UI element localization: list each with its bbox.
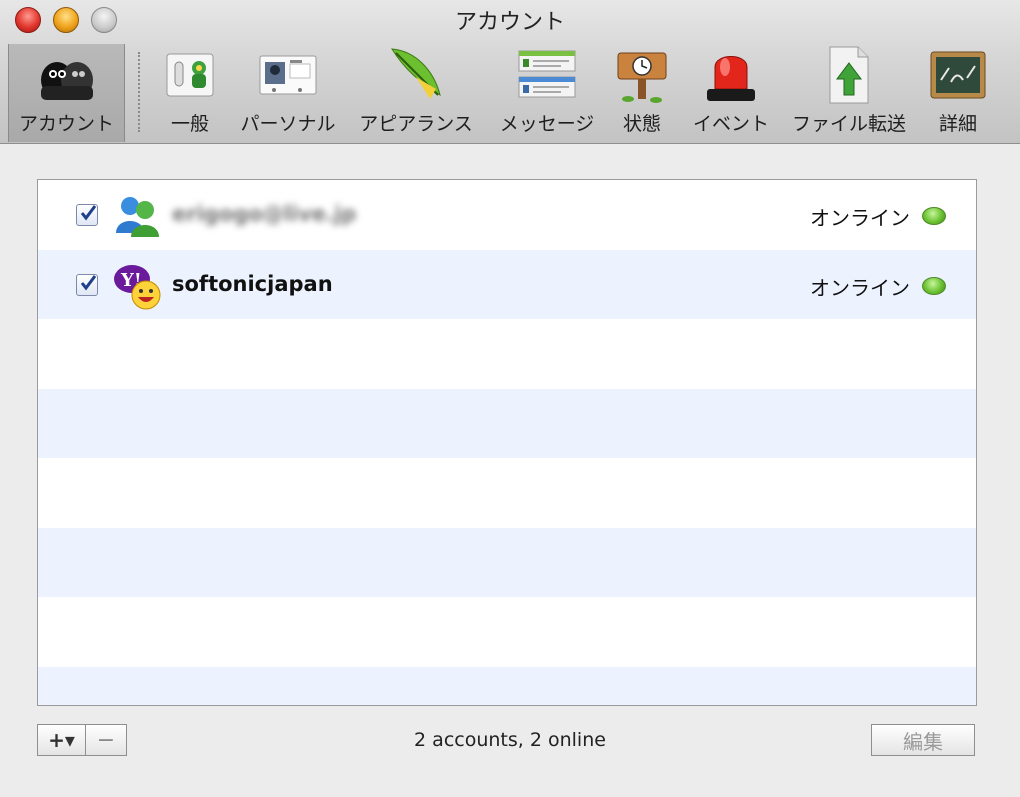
toolbar-status[interactable]: 状態 xyxy=(609,44,675,142)
status-icon xyxy=(612,44,672,105)
toolbar-file-transfer[interactable]: ファイル転送 xyxy=(786,44,912,142)
empty-row xyxy=(38,319,976,389)
edit-account-button[interactable]: 編集 xyxy=(871,724,975,756)
toolbar-appearance[interactable]: アピアランス xyxy=(352,44,480,142)
accounts-list[interactable]: erigogo@live.jp オンライン Y! softonicjapan オ… xyxy=(37,179,977,706)
toolbar-personal[interactable]: パーソナル xyxy=(234,44,342,142)
empty-row xyxy=(38,666,976,705)
toolbar-label: イベント xyxy=(692,113,769,135)
account-enabled-checkbox[interactable] xyxy=(76,204,98,226)
status-online-indicator xyxy=(922,207,946,225)
toolbar-messages[interactable]: メッセージ xyxy=(493,44,601,142)
account-name: erigogo@live.jp xyxy=(172,202,357,226)
status-online-indicator xyxy=(922,276,946,295)
empty-row xyxy=(38,458,976,528)
empty-row xyxy=(38,597,976,667)
list-item[interactable]: erigogo@live.jp オンライン xyxy=(38,180,976,250)
advanced-icon xyxy=(928,44,988,105)
msn-messenger-icon xyxy=(114,193,160,239)
toolbar-general[interactable]: 一般 xyxy=(158,44,222,142)
toolbar-label: 状態 xyxy=(622,113,661,135)
file-transfer-icon xyxy=(819,44,879,105)
toolbar-accounts[interactable]: アカウント xyxy=(8,44,125,142)
personal-icon xyxy=(258,44,318,105)
toolbar-events[interactable]: イベント xyxy=(687,44,775,142)
account-status-text: オンライン xyxy=(810,275,910,300)
account-status-text: オンライン xyxy=(810,206,910,230)
account-name: softonicjapan xyxy=(172,271,333,296)
empty-row xyxy=(38,388,976,458)
yahoo-messenger-icon: Y! xyxy=(114,263,161,309)
toolbar-label: アピアランス xyxy=(359,113,473,135)
list-item[interactable]: Y! softonicjapan オンライン xyxy=(38,249,976,319)
toolbar-label: アカウント xyxy=(18,113,114,135)
toolbar-label: ファイル転送 xyxy=(791,113,906,135)
toolbar-advanced[interactable]: 詳細 xyxy=(924,44,992,142)
title-toolbar: アカウント アカウント 一般 パーソナル アピアランス メッセージ 状態 イベン… xyxy=(0,0,1020,144)
general-icon xyxy=(160,44,220,105)
appearance-icon xyxy=(386,44,446,105)
events-icon xyxy=(701,44,761,105)
toolbar-separator xyxy=(138,52,140,132)
toolbar-label: メッセージ xyxy=(499,113,595,135)
account-enabled-checkbox[interactable] xyxy=(76,273,98,296)
messages-icon xyxy=(517,44,577,105)
toolbar-label: 詳細 xyxy=(938,113,977,135)
accounts-icon xyxy=(37,44,97,105)
toolbar-label: 一般 xyxy=(170,113,209,135)
toolbar-label: パーソナル xyxy=(240,113,336,135)
empty-row xyxy=(38,527,976,597)
window-title: アカウント xyxy=(454,10,565,35)
accounts-summary: 2 accounts, 2 online xyxy=(414,729,606,751)
